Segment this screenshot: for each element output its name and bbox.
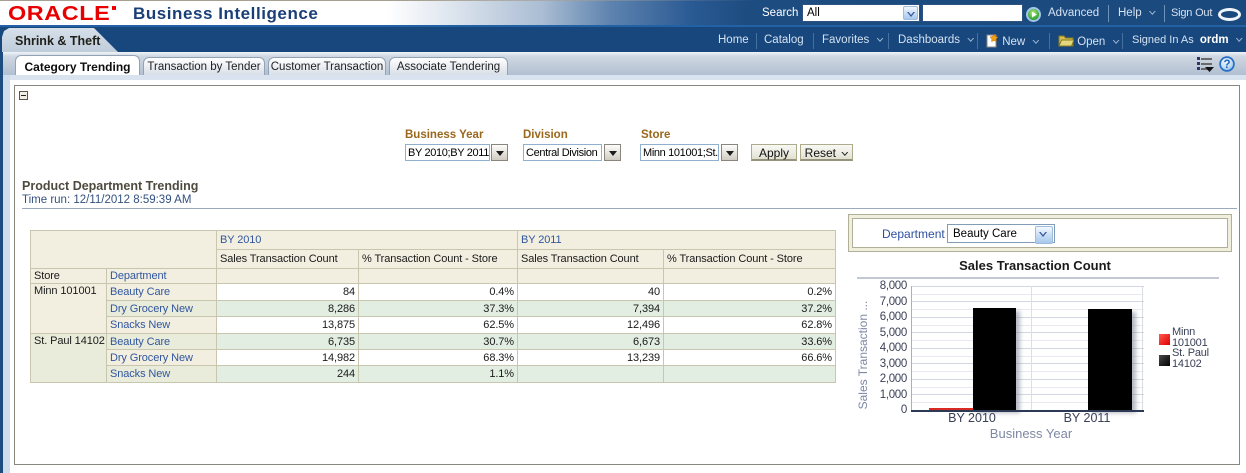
svg-text:?: ? [1223, 59, 1230, 71]
